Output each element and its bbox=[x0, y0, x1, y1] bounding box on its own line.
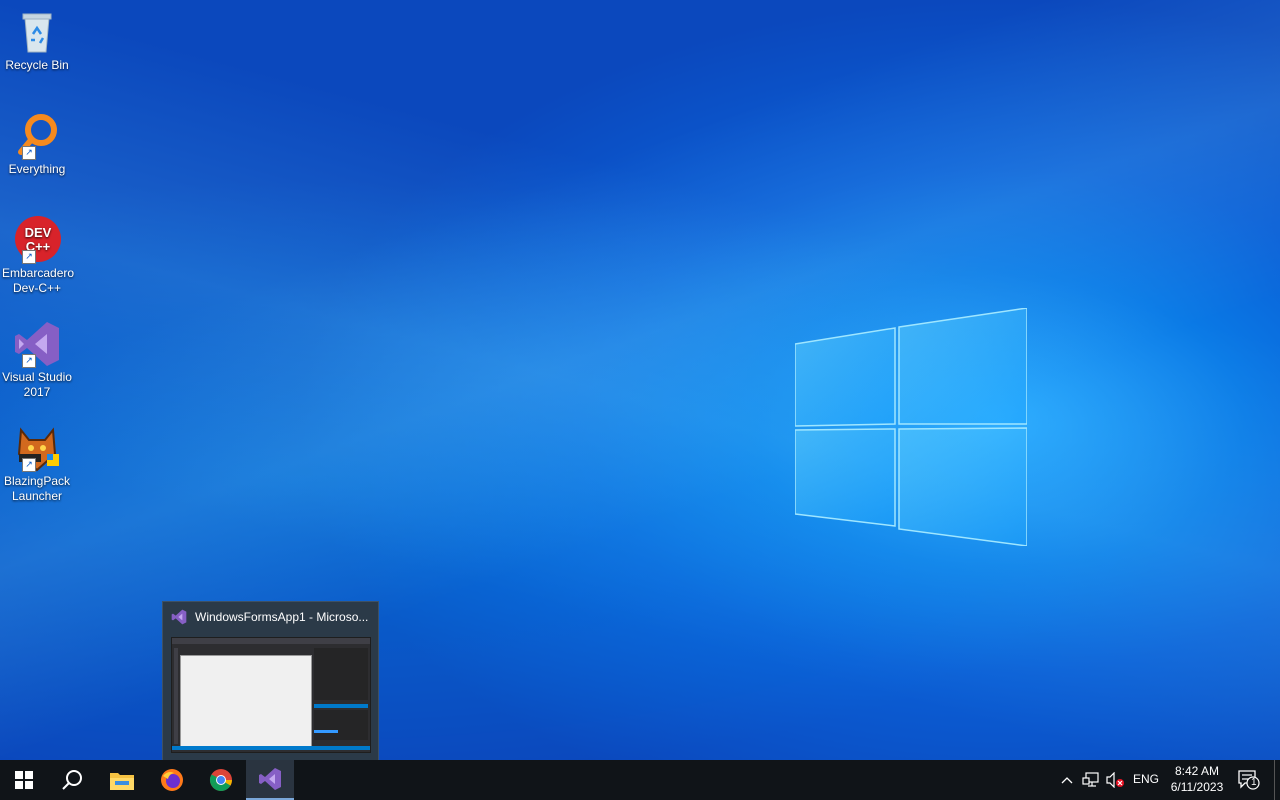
desktop-icon-label: Everything bbox=[8, 162, 66, 176]
firefox-icon bbox=[161, 769, 183, 791]
taskbar-chrome[interactable] bbox=[197, 760, 245, 800]
shortcut-arrow-icon: ↗ bbox=[22, 250, 36, 264]
action-center-button[interactable]: 1 bbox=[1234, 760, 1264, 800]
chrome-icon bbox=[210, 769, 232, 791]
speaker-muted-icon bbox=[1106, 772, 1124, 788]
blazingpack-icon: ↗ bbox=[13, 424, 61, 472]
start-button[interactable] bbox=[0, 760, 48, 800]
shortcut-arrow-icon: ↗ bbox=[22, 354, 36, 368]
taskbar-thumbnail-preview[interactable]: WindowsFormsApp1 - Microso... bbox=[162, 601, 379, 762]
desktop-icon-label: BlazingPack Launcher bbox=[3, 474, 71, 503]
desktop-icon-label: Recycle Bin bbox=[5, 58, 69, 72]
clock-time: 8:42 AM bbox=[1174, 764, 1220, 778]
visual-studio-icon bbox=[259, 768, 281, 790]
preview-title: WindowsFormsApp1 - Microso... bbox=[195, 610, 369, 624]
show-hidden-icons-button[interactable] bbox=[1057, 760, 1077, 800]
devcpp-icon: DEV C++ ↗ bbox=[13, 216, 61, 264]
taskbar-file-explorer[interactable] bbox=[98, 760, 146, 800]
show-desktop-button[interactable] bbox=[1274, 760, 1280, 800]
taskbar-visual-studio[interactable] bbox=[246, 760, 294, 800]
desktop-icon-recycle-bin[interactable]: Recycle Bin bbox=[2, 8, 72, 73]
desktop-icon-visual-studio[interactable]: ↗ Visual Studio 2017 bbox=[2, 320, 72, 400]
visual-studio-icon: ↗ bbox=[13, 320, 61, 368]
taskbar-firefox[interactable] bbox=[148, 760, 196, 800]
svg-text:DEV: DEV bbox=[25, 225, 52, 240]
preview-thumbnail[interactable] bbox=[171, 637, 371, 753]
desktop-icon-devcpp[interactable]: DEV C++ ↗ Embarcadero Dev-C++ bbox=[2, 216, 75, 296]
network-tray-button[interactable] bbox=[1080, 760, 1102, 800]
language-indicator[interactable]: ENG bbox=[1133, 772, 1159, 786]
desktop-icon-blazingpack[interactable]: ↗ BlazingPack Launcher bbox=[2, 424, 72, 504]
search-button[interactable] bbox=[48, 760, 96, 800]
windows-logo-wallpaper bbox=[795, 308, 1027, 546]
visual-studio-icon bbox=[171, 609, 187, 625]
taskbar: ENG 8:42 AM 6/11/2023 1 bbox=[0, 760, 1280, 800]
folder-icon bbox=[110, 773, 134, 790]
everything-search-icon: ↗ bbox=[13, 112, 61, 160]
notification-count-badge: 1 bbox=[1251, 777, 1257, 788]
shortcut-arrow-icon: ↗ bbox=[22, 146, 36, 160]
desktop-icon-label: Visual Studio 2017 bbox=[2, 370, 72, 399]
clock-date: 6/11/2023 bbox=[1170, 780, 1224, 794]
desktop-icon-label: Embarcadero Dev-C++ bbox=[2, 266, 75, 295]
shortcut-arrow-icon: ↗ bbox=[22, 458, 36, 472]
volume-tray-button[interactable] bbox=[1104, 760, 1126, 800]
search-icon bbox=[62, 770, 82, 790]
chevron-up-icon bbox=[1061, 777, 1073, 784]
network-icon bbox=[1082, 772, 1099, 787]
desktop-icon-everything[interactable]: ↗ Everything bbox=[2, 112, 72, 177]
recycle-bin-icon bbox=[13, 8, 61, 56]
windows-start-icon bbox=[15, 771, 33, 789]
clock[interactable]: 8:42 AM 6/11/2023 bbox=[1162, 762, 1232, 798]
